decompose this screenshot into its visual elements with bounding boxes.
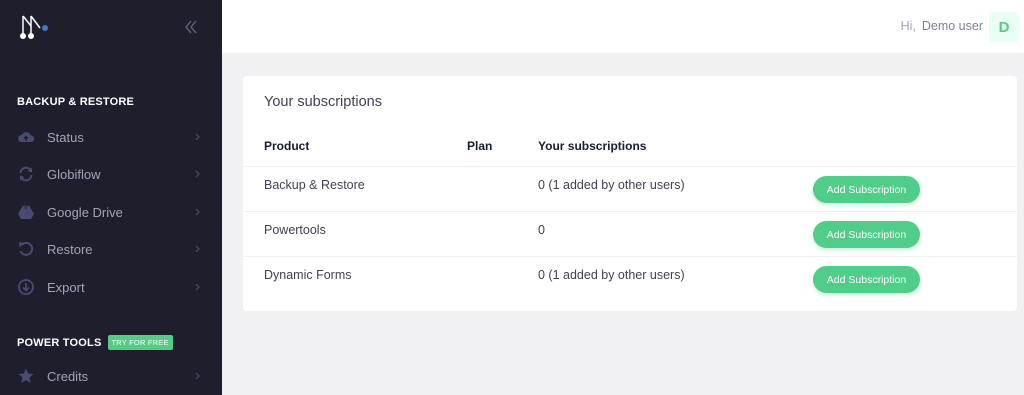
top-header: Hi, Demo user xyxy=(222,0,1024,53)
page-title: Your subscriptions xyxy=(264,94,382,110)
collapse-sidebar-icon[interactable] xyxy=(180,16,202,38)
column-header-product: Product xyxy=(264,139,310,153)
table-row: Powertools 0 Add Subscription xyxy=(243,211,1017,256)
sidebar-item-label: Restore xyxy=(47,241,93,257)
add-subscription-button[interactable]: Add Subscription xyxy=(813,221,920,248)
product-name: Powertools xyxy=(264,223,326,237)
subscription-count: 0 (1 added by other users) xyxy=(538,268,685,282)
add-subscription-button[interactable]: Add Subscription xyxy=(813,266,920,293)
sidebar-item-label: Google Drive xyxy=(47,204,123,220)
app-logo[interactable] xyxy=(18,12,52,42)
try-for-free-badge[interactable]: TRY FOR FREE xyxy=(107,335,173,350)
sidebar-item-label: Status xyxy=(47,129,84,145)
sidebar-item-label: Globiflow xyxy=(47,166,101,182)
sidebar-item-google-drive[interactable]: Google Drive xyxy=(0,194,222,230)
table-row: Dynamic Forms 0 (1 added by other users)… xyxy=(243,256,1017,301)
sidebar-item-restore[interactable]: Restore xyxy=(0,231,222,267)
column-header-plan: Plan xyxy=(467,139,493,153)
sync-icon xyxy=(19,166,33,182)
chevron-right-icon xyxy=(195,208,200,216)
subscription-count: 0 xyxy=(538,223,545,237)
column-header-subscriptions: Your subscriptions xyxy=(538,139,647,153)
avatar[interactable]: D xyxy=(989,12,1019,42)
restore-icon xyxy=(19,241,34,256)
product-name: Dynamic Forms xyxy=(264,268,352,282)
sidebar: BACKUP & RESTORE Status Globiflow Google… xyxy=(0,0,222,395)
chevron-right-icon xyxy=(195,245,200,253)
user-name: Demo user xyxy=(921,19,983,33)
section-title-label: POWER TOOLS xyxy=(17,336,102,349)
section-title-backup-restore: BACKUP & RESTORE xyxy=(17,96,135,108)
chevron-right-icon xyxy=(195,170,200,178)
sidebar-item-label: Credits xyxy=(47,368,89,384)
chevron-right-icon xyxy=(195,283,200,291)
star-icon xyxy=(18,368,34,383)
sidebar-item-status[interactable]: Status xyxy=(0,119,222,155)
greeting-text: Hi, xyxy=(900,19,916,33)
product-name: Backup & Restore xyxy=(264,178,365,192)
sidebar-item-globiflow[interactable]: Globiflow xyxy=(0,156,222,192)
table-row: Backup & Restore 0 (1 added by other use… xyxy=(243,166,1017,211)
google-drive-icon xyxy=(18,205,34,219)
chevron-right-icon xyxy=(195,372,200,380)
subscription-count: 0 (1 added by other users) xyxy=(538,178,685,192)
user-greeting[interactable]: Hi, Demo user xyxy=(901,19,983,33)
cloud-upload-icon xyxy=(18,132,35,142)
sidebar-item-label: Export xyxy=(47,279,85,295)
section-title-power-tools: POWER TOOLS TRY FOR FREE xyxy=(17,335,173,350)
sidebar-item-export[interactable]: Export xyxy=(0,269,222,305)
subscriptions-card: Your subscriptions Product Plan Your sub… xyxy=(243,76,1017,311)
chevron-right-icon xyxy=(195,133,200,141)
download-icon xyxy=(18,279,34,295)
sidebar-item-credits[interactable]: Credits xyxy=(0,358,222,394)
add-subscription-button[interactable]: Add Subscription xyxy=(813,176,920,203)
